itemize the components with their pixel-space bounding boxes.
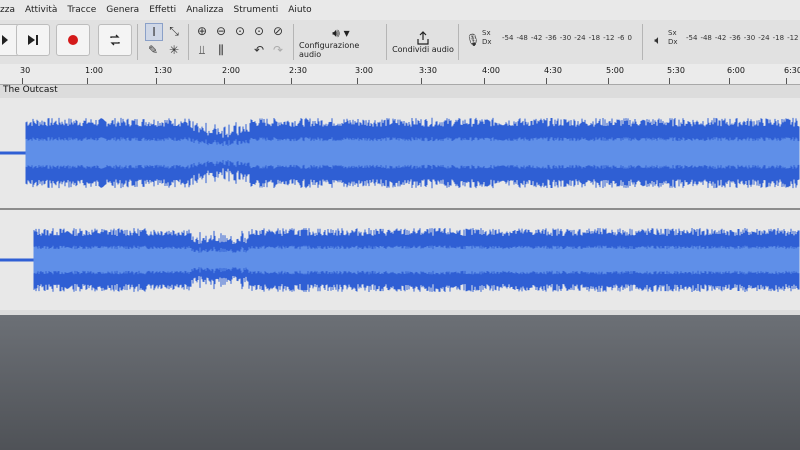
redo-icon[interactable]: ↷ bbox=[270, 42, 286, 58]
menu-item-file[interactable]: zza bbox=[0, 5, 15, 15]
ruler-label: 5:30 bbox=[667, 66, 685, 75]
play-icon bbox=[2, 35, 8, 45]
ruler-label: 1:30 bbox=[154, 66, 172, 75]
ruler-tick bbox=[729, 78, 730, 84]
ruler-label: 1:00 bbox=[85, 66, 103, 75]
share-audio-label: Condividi audio bbox=[392, 44, 454, 54]
toolbar-separator bbox=[642, 24, 643, 60]
envelope-tool-icon[interactable]: ⤡ bbox=[166, 23, 182, 39]
ruler-tick bbox=[484, 78, 485, 84]
record-button[interactable] bbox=[56, 24, 90, 56]
fit-project-icon[interactable]: ⊙ bbox=[251, 23, 267, 39]
ruler-tick bbox=[291, 78, 292, 84]
menu-item-analyze[interactable]: Analizza bbox=[186, 5, 223, 15]
toolbar-separator bbox=[458, 24, 459, 60]
playback-meter-channels: Sx Dx bbox=[668, 29, 678, 46]
ruler-tick bbox=[546, 78, 547, 84]
ruler-label: 2:00 bbox=[222, 66, 240, 75]
selection-tool-icon[interactable]: I bbox=[145, 23, 163, 41]
right-channel-waveform[interactable] bbox=[0, 210, 800, 310]
menu-item-generate[interactable]: Genera bbox=[106, 5, 139, 15]
loop-button[interactable] bbox=[98, 24, 132, 56]
share-audio-button[interactable]: Condividi audio bbox=[392, 24, 454, 60]
fit-selection-icon[interactable]: ⊙ bbox=[232, 23, 248, 39]
ruler-tick bbox=[156, 78, 157, 84]
toolbar: I ⤡ ✎ ✳ ⊕ ⊖ ⊙ ⊙ ⊘ ⫫ ⫼ ↶ ↷ 🔊︎ ▾ Configura… bbox=[0, 20, 800, 65]
menu-item-tracks[interactable]: Tracce bbox=[67, 5, 96, 15]
toolbar-separator bbox=[293, 24, 294, 60]
ruler-tick bbox=[357, 78, 358, 84]
record-icon bbox=[68, 35, 78, 45]
skip-end-icon bbox=[28, 35, 38, 45]
left-channel-waveform[interactable] bbox=[0, 98, 800, 208]
ruler-tick bbox=[22, 78, 23, 84]
menu-item-tools[interactable]: Strumenti bbox=[234, 5, 279, 15]
right-channel[interactable] bbox=[0, 210, 800, 310]
silence-icon[interactable]: ⫼ bbox=[213, 42, 229, 58]
undo-icon[interactable]: ↶ bbox=[251, 42, 267, 58]
audio-track[interactable]: The Outcast bbox=[0, 85, 800, 315]
record-meter-channels: Sx Dx bbox=[482, 29, 492, 46]
ruler-label: 4:30 bbox=[544, 66, 562, 75]
ruler-tick bbox=[224, 78, 225, 84]
menu-bar: zza Attività Tracce Genera Effetti Anali… bbox=[0, 0, 800, 20]
empty-track-area[interactable] bbox=[0, 315, 800, 450]
ruler-tick bbox=[421, 78, 422, 84]
menu-item-effects[interactable]: Effetti bbox=[149, 5, 176, 15]
audio-setup-button[interactable]: 🔊︎ ▾ Configurazione audio bbox=[299, 24, 383, 60]
loop-icon bbox=[110, 34, 120, 46]
ruler-label: 3:30 bbox=[419, 66, 437, 75]
toolbar-separator bbox=[188, 24, 189, 60]
timeline-ruler[interactable]: 30 1:00 1:30 2:00 2:30 3:00 3:30 4:00 4:… bbox=[0, 64, 800, 85]
record-meter-scale[interactable]: -54 -48 -42 -36 -30 -24 -18 -12 -6 0 bbox=[502, 34, 632, 42]
ruler-tick bbox=[669, 78, 670, 84]
toolbar-separator bbox=[137, 24, 138, 60]
ruler-label: 3:00 bbox=[355, 66, 373, 75]
audio-setup-label: Configurazione audio bbox=[299, 40, 360, 59]
zoom-toggle-icon[interactable]: ⊘ bbox=[270, 23, 286, 39]
toolbar-separator bbox=[386, 24, 387, 60]
draw-tool-icon[interactable]: ✎ bbox=[145, 42, 161, 58]
ruler-label: 6:30 bbox=[784, 66, 800, 75]
ruler-label: 4:00 bbox=[482, 66, 500, 75]
playback-speaker-icon[interactable]: 🔈︎ bbox=[650, 32, 666, 48]
share-icon bbox=[417, 30, 429, 45]
speaker-icon: 🔊︎ ▾ bbox=[332, 25, 350, 40]
zoom-in-icon[interactable]: ⊕ bbox=[194, 23, 210, 39]
ruler-tick bbox=[87, 78, 88, 84]
skip-to-end-button[interactable] bbox=[16, 24, 50, 56]
ruler-label: 5:00 bbox=[606, 66, 624, 75]
left-channel[interactable] bbox=[0, 98, 800, 208]
track-name[interactable]: The Outcast bbox=[3, 85, 58, 95]
ruler-label: 2:30 bbox=[289, 66, 307, 75]
ruler-tick bbox=[608, 78, 609, 84]
trim-icon[interactable]: ⫫ bbox=[194, 42, 210, 58]
ruler-label: 6:00 bbox=[727, 66, 745, 75]
microphone-icon[interactable]: 🎙︎ bbox=[465, 32, 481, 48]
playback-meter-scale[interactable]: -54 -48 -42 -36 -30 -24 -18 -12 bbox=[686, 34, 799, 42]
ruler-tick bbox=[786, 78, 787, 84]
zoom-out-icon[interactable]: ⊖ bbox=[213, 23, 229, 39]
multi-tool-icon[interactable]: ✳ bbox=[166, 42, 182, 58]
menu-item-activity[interactable]: Attività bbox=[25, 5, 57, 15]
menu-item-help[interactable]: Aiuto bbox=[288, 5, 311, 15]
ruler-label: 30 bbox=[20, 66, 31, 75]
